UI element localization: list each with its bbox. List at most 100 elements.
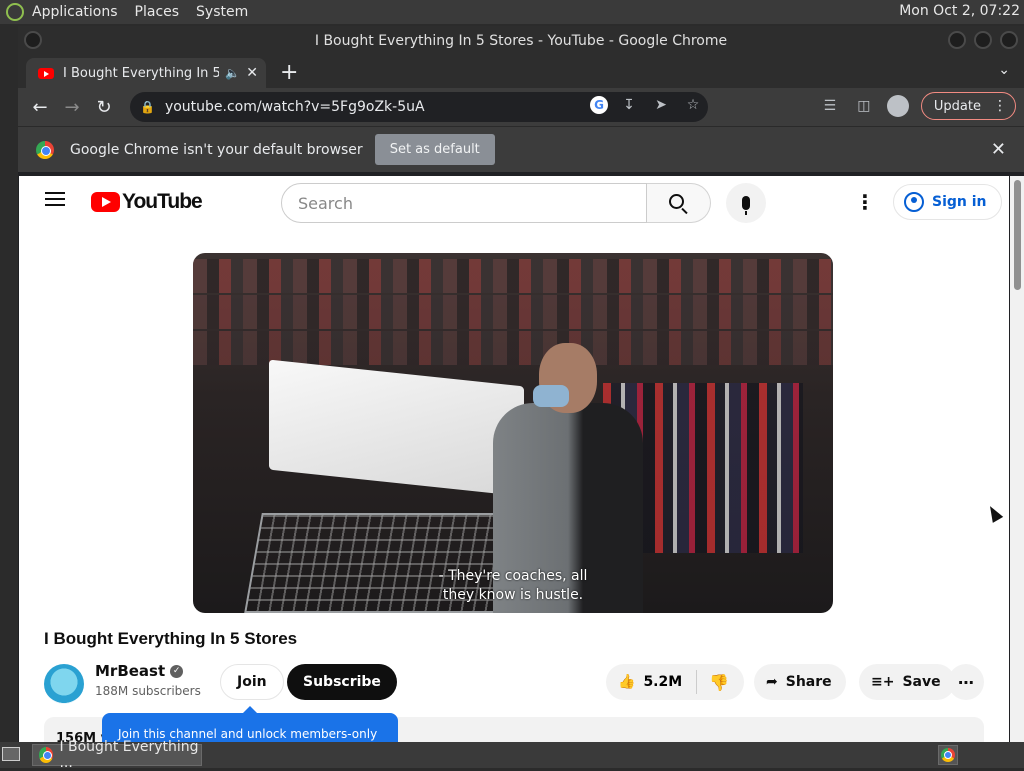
speaker-icon[interactable]: 🔈 — [225, 66, 240, 80]
tab-search-chevron-icon[interactable]: ⌄ — [998, 62, 1010, 78]
subscriber-count: 188M subscribers — [95, 684, 201, 698]
tab-strip: I Bought Everything In 5 Stores 🔈 ✕ + ⌄ — [18, 56, 1024, 88]
reload-button[interactable]: ↻ — [88, 97, 120, 118]
toolbar-right: ☰ ◫ Update ⋮ — [819, 92, 1016, 120]
video-frame-shelf — [193, 295, 833, 329]
sign-in-label: Sign in — [932, 194, 987, 210]
url-text[interactable]: youtube.com/watch?v=5Fg9oZk-5uA — [165, 99, 425, 115]
search-input[interactable]: Search — [281, 183, 647, 223]
thumbs-down-icon: 👎 — [709, 672, 730, 692]
update-button[interactable]: Update ⋮ — [920, 92, 1016, 120]
join-button[interactable]: Join — [220, 664, 284, 700]
taskbar-chrome-item[interactable]: I Bought Everything ... — [32, 739, 202, 771]
youtube-play-icon — [91, 192, 120, 212]
set-as-default-button[interactable]: Set as default — [374, 134, 495, 165]
verified-check-icon: ✓ — [170, 664, 184, 678]
install-app-icon[interactable]: ↧ — [618, 97, 640, 113]
video-frame-shelf — [193, 259, 833, 293]
window-controls — [948, 31, 1018, 49]
close-tab-icon[interactable]: ✕ — [246, 65, 258, 81]
youtube-logo[interactable]: YouTube — [91, 190, 203, 214]
save-label: Save — [902, 674, 941, 690]
back-button[interactable]: ← — [24, 97, 56, 118]
caption-line-2: they know is hustle. — [442, 587, 584, 603]
new-tab-button[interactable]: + — [280, 60, 298, 85]
google-lens-icon[interactable]: G — [590, 96, 608, 114]
minimize-button[interactable] — [948, 31, 966, 49]
menu-system[interactable]: System — [196, 4, 248, 20]
infobar-message: Google Chrome isn't your default browser — [70, 141, 363, 158]
browser-toolbar: ← → ↻ 🔒 youtube.com/watch?v=5Fg9oZk-5uA … — [18, 88, 1024, 126]
share-button[interactable]: ➦ Share — [754, 664, 846, 700]
youtube-favicon-icon — [38, 67, 54, 79]
window-title: I Bought Everything In 5 Stores - YouTub… — [314, 33, 728, 49]
like-count: 5.2M — [643, 674, 683, 690]
voice-search-button[interactable] — [726, 183, 766, 223]
side-panel-icon[interactable]: ◫ — [853, 98, 875, 114]
caption-line-1: - They're coaches, all — [438, 568, 588, 584]
chrome-window: I Bought Everything In 5 Stores - YouTub… — [18, 26, 1024, 742]
tab-youtube[interactable]: I Bought Everything In 5 Stores 🔈 ✕ — [26, 58, 266, 88]
forward-button[interactable]: → — [56, 97, 88, 118]
subscribe-button[interactable]: Subscribe — [287, 664, 397, 700]
share-label: Share — [785, 674, 832, 690]
more-horizontal-icon: ⋯ — [958, 672, 974, 692]
window-titlebar[interactable]: I Bought Everything In 5 Stores - YouTub… — [18, 26, 1024, 56]
share-icon[interactable]: ➤ — [650, 97, 672, 113]
os-logo-icon[interactable] — [6, 3, 24, 21]
youtube-page: YouTube Search ⋮ Sign in - They're coach… — [19, 176, 1009, 742]
dislike-button[interactable]: 👎 — [697, 673, 729, 692]
clock[interactable]: Mon Oct 2, 07:22 — [899, 3, 1020, 19]
chrome-menu-icon[interactable]: ⋮ — [993, 98, 1007, 114]
window-menu-button[interactable] — [24, 31, 42, 49]
os-top-panel: Applications Places System Mon Oct 2, 07… — [0, 0, 1024, 24]
bookmark-star-icon[interactable]: ☆ — [682, 97, 704, 113]
channel-avatar[interactable] — [44, 664, 84, 704]
tray-chrome-icon[interactable] — [938, 745, 958, 765]
person-mask — [533, 385, 569, 407]
like-dislike-bar: 👍 5.2M 👎 — [606, 664, 744, 700]
channel-name[interactable]: MrBeast — [95, 662, 165, 680]
chrome-logo-icon — [36, 140, 54, 159]
maximize-button[interactable] — [974, 31, 992, 49]
share-arrow-icon: ➦ — [766, 674, 778, 690]
search-icon — [669, 193, 684, 209]
close-window-button[interactable] — [1000, 31, 1018, 49]
settings-kebab-icon[interactable]: ⋮ — [855, 190, 875, 214]
menu-applications[interactable]: Applications — [32, 4, 118, 20]
chrome-logo-icon — [39, 747, 54, 763]
update-label: Update — [933, 98, 981, 114]
channel-name-row[interactable]: MrBeast ✓ — [95, 662, 184, 680]
playlist-add-icon: ≡+ — [871, 674, 895, 690]
video-player[interactable]: - They're coaches, all they know is hust… — [193, 253, 833, 613]
default-browser-infobar: Google Chrome isn't your default browser… — [18, 126, 1024, 172]
microphone-icon — [742, 196, 750, 215]
video-caption: - They're coaches, all they know is hust… — [193, 567, 833, 605]
page-scrollbar[interactable] — [1010, 176, 1024, 742]
like-button[interactable]: 👍 5.2M — [606, 670, 698, 694]
chrome-logo-icon — [941, 748, 955, 762]
media-controls-icon[interactable]: ☰ — [819, 98, 841, 114]
search-button[interactable] — [647, 183, 711, 223]
show-desktop-icon[interactable] — [2, 747, 20, 761]
youtube-wordmark: YouTube — [122, 190, 203, 213]
tab-title: I Bought Everything In 5 Stores — [63, 65, 220, 81]
menu-places[interactable]: Places — [135, 4, 180, 20]
os-menu-bar: Applications Places System — [6, 3, 265, 21]
video-frame-box — [269, 359, 524, 497]
scrollbar-thumb[interactable] — [1014, 180, 1021, 290]
lock-icon[interactable]: 🔒 — [140, 100, 155, 114]
thumbs-up-icon: 👍 — [618, 674, 636, 690]
omnibox-actions: G ↧ ➤ ☆ — [590, 96, 704, 114]
os-taskbar: I Bought Everything ... — [0, 739, 1024, 771]
youtube-masthead: YouTube Search ⋮ Sign in — [19, 176, 1009, 228]
more-actions-button[interactable]: ⋯ — [948, 664, 984, 700]
join-tooltip[interactable]: Join this channel and unlock members-onl… — [102, 706, 398, 742]
channel-row: MrBeast ✓ 188M subscribers Join Subscrib… — [44, 662, 984, 706]
close-infobar-icon[interactable]: ✕ — [991, 139, 1006, 160]
save-button[interactable]: ≡+ Save — [859, 664, 955, 700]
address-bar[interactable]: 🔒 youtube.com/watch?v=5Fg9oZk-5uA G ↧ ➤ … — [130, 92, 708, 122]
hamburger-menu-icon[interactable] — [45, 192, 65, 206]
profile-avatar-icon[interactable] — [886, 95, 909, 117]
sign-in-button[interactable]: Sign in — [893, 184, 1002, 220]
